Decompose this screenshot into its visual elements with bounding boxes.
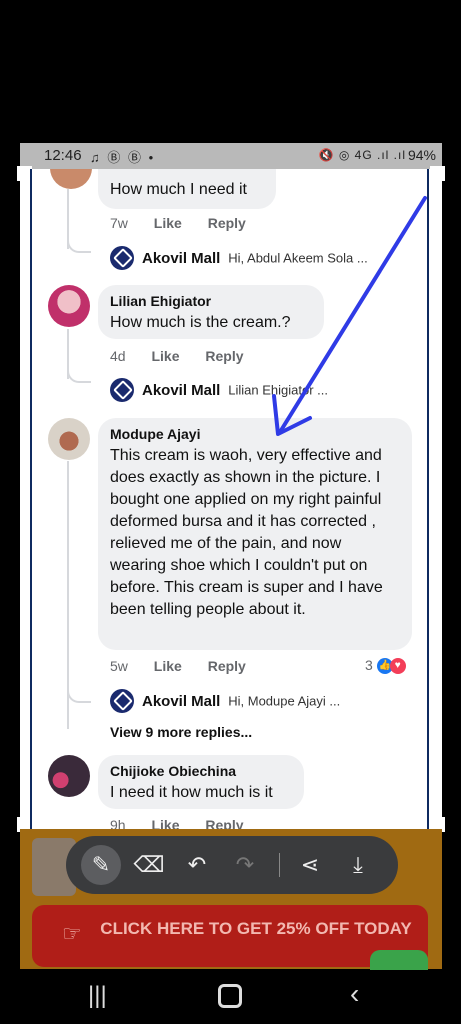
- comment-meta: 7w Like Reply: [110, 215, 268, 231]
- cta-label: CLICK HERE TO GET 25% OFF TODAY: [100, 919, 412, 938]
- reply-snippet: Hi, Modupe Ajayi ...: [228, 693, 341, 709]
- like-button[interactable]: Like: [151, 817, 179, 829]
- reply-button[interactable]: Reply: [205, 348, 243, 364]
- avatar[interactable]: [48, 755, 90, 797]
- comment-bubble: Modupe Ajayi This cream is waoh, very ef…: [98, 418, 412, 650]
- thread-connector: [67, 685, 91, 703]
- nav-bar: ||| ‹: [0, 970, 461, 1024]
- view-more-replies[interactable]: View 9 more replies...: [110, 724, 252, 740]
- notification-icons: ♫ Ⓑ Ⓑ •: [90, 150, 156, 165]
- comments-panel: How much I need it 7w Like Reply Akovil …: [20, 169, 442, 829]
- crop-frame-right: [427, 169, 429, 829]
- avatar[interactable]: [50, 169, 92, 189]
- like-button[interactable]: Like: [154, 658, 182, 674]
- reply-preview[interactable]: Akovil Mall Lilian Ehigiator ...: [110, 378, 328, 404]
- recent-apps-icon[interactable]: |||: [88, 982, 107, 1010]
- reply-preview[interactable]: Akovil Mall Hi, Abdul Akeem Sola ...: [110, 246, 368, 272]
- like-button[interactable]: Like: [154, 215, 182, 231]
- back-icon[interactable]: ‹: [350, 978, 359, 1010]
- reply-button[interactable]: Reply: [208, 658, 246, 674]
- reply-author: Akovil Mall: [142, 381, 221, 399]
- status-bar: 12:46 ♫ Ⓑ Ⓑ • 🔇 ◎ 4G .ıl .ıl 94%: [20, 143, 442, 169]
- drawing-toolbar: ✎ ⌫ ↶ ↷ ⋖ ⤓: [66, 836, 398, 894]
- reply-snippet: Hi, Abdul Akeem Sola ...: [228, 250, 368, 266]
- share-icon[interactable]: ⋖: [290, 845, 330, 885]
- avatar[interactable]: [48, 418, 90, 460]
- eraser-icon[interactable]: ⌫: [129, 845, 169, 885]
- crop-handle-top-left[interactable]: [17, 166, 32, 181]
- comment-text: How much I need it: [110, 181, 247, 198]
- pointing-hand-icon: ☞: [62, 921, 82, 946]
- comment-time: 5w: [110, 658, 128, 674]
- cta-button[interactable]: ☞ CLICK HERE TO GET 25% OFF TODAY: [32, 905, 428, 967]
- avatar[interactable]: [48, 285, 90, 327]
- comment-text: This cream is waoh, very effective and d…: [110, 447, 383, 618]
- comment-meta: 9h Like Reply: [110, 817, 266, 829]
- akovil-logo-icon: [110, 689, 134, 713]
- reply-button[interactable]: Reply: [208, 215, 246, 231]
- comment-bubble: How much I need it: [98, 169, 276, 209]
- reaction-count: 3: [365, 657, 373, 673]
- undo-icon[interactable]: ↶: [177, 845, 217, 885]
- crop-handle-top-right[interactable]: [430, 166, 445, 181]
- comment-text: How much is the cream.?: [110, 314, 291, 331]
- thread-connector: [67, 365, 91, 383]
- comment-meta: 4d Like Reply: [110, 348, 266, 364]
- comment-time: 4d: [110, 348, 126, 364]
- reply-preview[interactable]: Akovil Mall Hi, Modupe Ajayi ...: [110, 689, 340, 715]
- reactions[interactable]: 3 👍 ♥: [365, 657, 406, 675]
- reply-button[interactable]: Reply: [205, 817, 243, 829]
- akovil-logo-icon: [110, 378, 134, 402]
- redo-icon[interactable]: ↷: [225, 845, 265, 885]
- love-reaction-icon: ♥: [389, 658, 406, 675]
- home-icon[interactable]: [218, 984, 242, 1008]
- reply-snippet: Lilian Ehigiator ...: [228, 382, 328, 398]
- status-time: 12:46: [44, 147, 82, 164]
- comment-bubble: Chijioke Obiechina I need it how much is…: [98, 755, 304, 809]
- comment-text: I need it how much is it: [110, 784, 273, 801]
- comment-time: 9h: [110, 817, 126, 829]
- thread-connector: [67, 235, 91, 253]
- comment-author[interactable]: Modupe Ajayi: [110, 426, 400, 442]
- chat-bubble[interactable]: [370, 950, 428, 970]
- akovil-logo-icon: [110, 246, 134, 270]
- crop-frame-left: [30, 169, 32, 829]
- reply-author: Akovil Mall: [142, 249, 221, 267]
- toolbar-divider: [279, 853, 280, 877]
- like-button[interactable]: Like: [151, 348, 179, 364]
- comment-author[interactable]: Lilian Ehigiator: [110, 293, 312, 309]
- battery-level: 94%: [407, 147, 436, 163]
- comment-time: 7w: [110, 215, 128, 231]
- comment-author[interactable]: Chijioke Obiechina: [110, 763, 292, 779]
- save-icon[interactable]: ⤓: [338, 845, 378, 885]
- signal-icons: 🔇 ◎ 4G .ıl .ıl: [318, 148, 406, 162]
- comment-bubble: Lilian Ehigiator How much is the cream.?: [98, 285, 324, 339]
- reply-author: Akovil Mall: [142, 692, 221, 710]
- pen-icon[interactable]: ✎: [81, 845, 121, 885]
